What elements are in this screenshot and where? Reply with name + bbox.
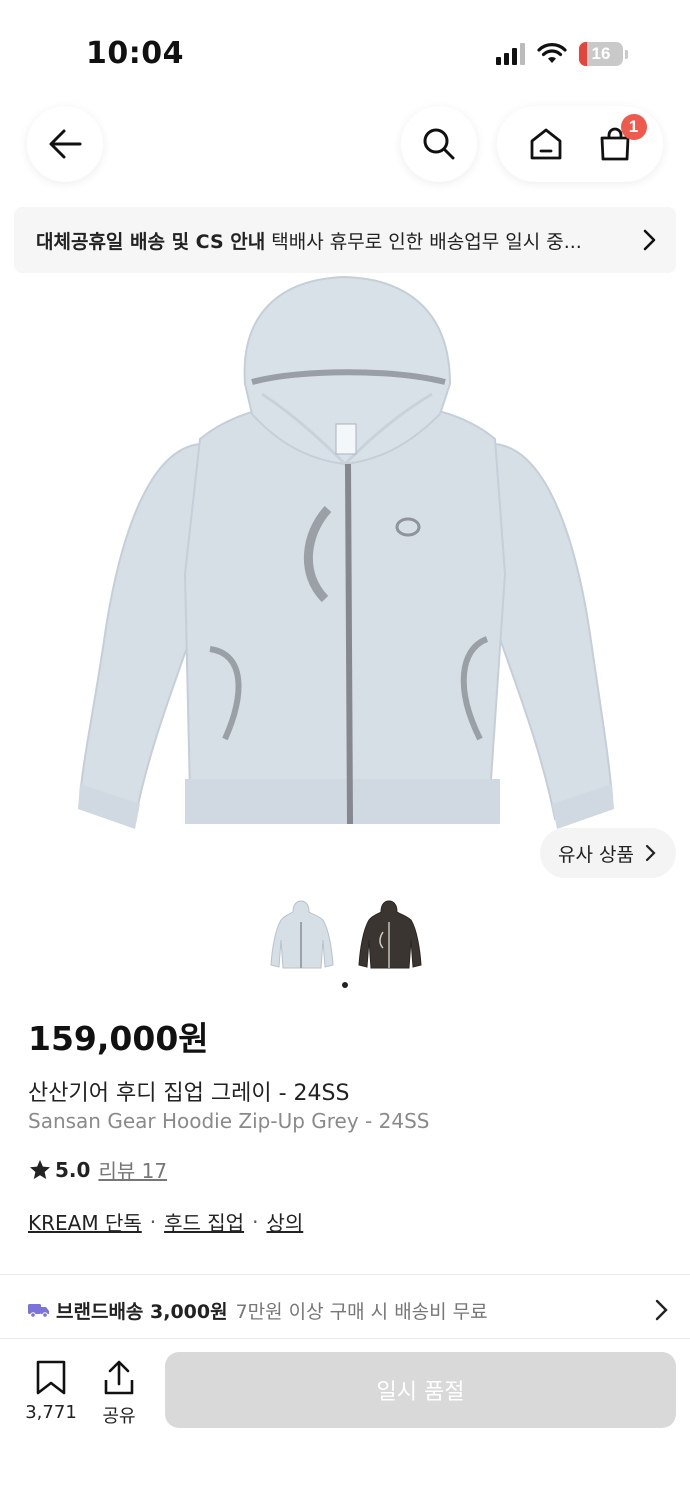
truck-icon <box>28 1304 49 1318</box>
product-name-english: Sansan Gear Hoodie Zip-Up Grey - 24SS <box>28 1109 430 1133</box>
chevron-right-icon <box>655 1299 668 1321</box>
product-name-korean: 산산기어 후디 집업 그레이 - 24SS <box>28 1081 350 1106</box>
battery-tip <box>625 49 628 59</box>
reviews-link[interactable]: 리뷰 17 <box>98 1155 167 1184</box>
divider <box>0 1338 690 1339</box>
divider <box>0 1274 690 1275</box>
delivery-info[interactable]: 브랜드배송 3,000원 7만원 이상 구매 시 배송비 무료 <box>28 1290 668 1330</box>
back-button[interactable] <box>27 106 103 182</box>
search-icon <box>423 128 455 160</box>
similar-products-label: 유사 상품 <box>558 843 634 866</box>
bottom-action-bar: 3,771 공유 일시 품절 <box>0 1340 690 1500</box>
tag-separator: · <box>149 1209 157 1234</box>
chevron-right-icon <box>643 229 656 251</box>
delivery-description: 7만원 이상 구매 시 배송비 무료 <box>235 1300 488 1323</box>
similar-products-button[interactable]: 유사 상품 <box>540 828 676 878</box>
bookmark-count: 3,771 <box>25 1402 77 1423</box>
star-icon <box>30 1159 50 1179</box>
cart-button[interactable]: 1 <box>595 114 647 164</box>
share-button[interactable]: 공유 <box>96 1360 142 1428</box>
status-icons: 16 <box>496 42 628 66</box>
product-rating: 5.0 리뷰 17 <box>28 1155 167 1184</box>
status-time: 10:04 <box>86 36 184 71</box>
notice-body: 택배사 휴무로 인한 배송업무 일시 중... <box>271 230 582 253</box>
battery-icon: 16 <box>579 42 623 66</box>
signal-icon <box>496 43 525 65</box>
notice-banner[interactable]: 대체공휴일 배송 및 CS 안내 택배사 휴무로 인한 배송업무 일시 중... <box>14 207 676 273</box>
thumbnail-brown[interactable] <box>355 900 423 972</box>
chevron-right-icon <box>645 844 656 862</box>
tag-kream-exclusive[interactable]: KREAM 단독 <box>28 1207 142 1236</box>
rating-score: 5.0 <box>55 1157 91 1182</box>
tag-tops[interactable]: 상의 <box>266 1207 303 1236</box>
share-icon <box>104 1360 134 1395</box>
tag-separator: · <box>252 1209 259 1234</box>
home-icon <box>530 128 561 160</box>
share-label: 공유 <box>102 1406 136 1427</box>
delivery-label: 브랜드배송 3,000원 <box>56 1300 228 1323</box>
bookmark-button[interactable]: 3,771 <box>24 1360 78 1423</box>
battery-level: 16 <box>591 44 611 63</box>
home-button[interactable] <box>526 124 566 164</box>
carousel-indicator <box>342 982 348 988</box>
status-bar: 10:04 16 <box>0 0 690 100</box>
hoodie-image <box>78 275 614 829</box>
product-image[interactable] <box>0 274 690 886</box>
color-thumbnails <box>0 900 690 972</box>
wifi-icon <box>537 43 567 63</box>
thumbnail-grey[interactable] <box>267 900 335 972</box>
product-tags: KREAM 단독 · 후드 집업 · 상의 <box>28 1207 303 1236</box>
cart-badge: 1 <box>620 114 647 140</box>
search-button[interactable] <box>401 106 477 182</box>
sold-out-button[interactable]: 일시 품절 <box>165 1352 676 1428</box>
home-cart-group: 1 <box>497 106 663 182</box>
notice-text: 대체공휴일 배송 및 CS 안내 택배사 휴무로 인한 배송업무 일시 중... <box>36 227 640 254</box>
product-price: 159,000원 <box>28 1019 209 1058</box>
bookmark-icon <box>36 1360 66 1395</box>
tag-hood-zipup[interactable]: 후드 집업 <box>164 1207 244 1236</box>
arrow-left-icon <box>49 129 82 159</box>
notice-title: 대체공휴일 배송 및 CS 안내 <box>36 230 266 253</box>
